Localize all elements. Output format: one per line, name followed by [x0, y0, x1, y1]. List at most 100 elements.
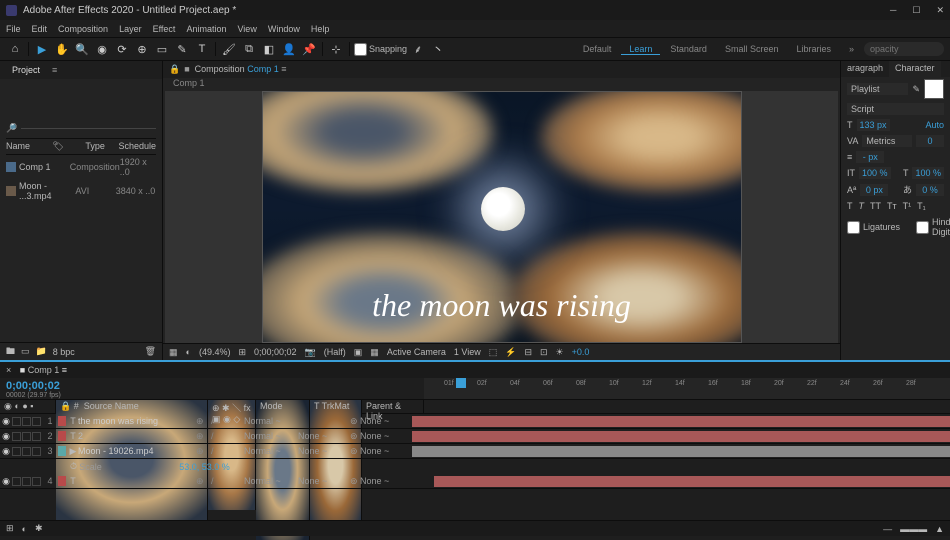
- blend-mode[interactable]: Normal ~: [244, 431, 298, 441]
- fill-swatch[interactable]: [924, 79, 944, 99]
- selection-tool[interactable]: ▶: [33, 40, 51, 58]
- layer-switches[interactable]: ⊕ /: [196, 431, 244, 442]
- layer-bar[interactable]: [412, 446, 950, 457]
- allcaps-button[interactable]: TT: [870, 201, 881, 211]
- blend-mode[interactable]: Normal ~: [244, 476, 298, 486]
- vscale[interactable]: 100 %: [859, 167, 891, 179]
- leading-value[interactable]: Auto: [925, 120, 944, 130]
- mask-icon[interactable]: ◐: [186, 347, 191, 357]
- timecode[interactable]: 0;00;00;02: [6, 380, 418, 392]
- tracking-value[interactable]: 0: [916, 135, 944, 147]
- visibility-toggle[interactable]: ◉: [0, 416, 12, 427]
- stroke-width[interactable]: - px: [856, 151, 884, 163]
- subscript-button[interactable]: T₁: [917, 201, 926, 211]
- view-dropdown[interactable]: 1 View: [454, 347, 481, 357]
- timeline-tab[interactable]: ■ Comp 1 ≡: [14, 363, 73, 377]
- stopwatch-icon[interactable]: ⏱: [70, 461, 77, 472]
- character-tab[interactable]: Character: [889, 61, 941, 77]
- menu-view[interactable]: View: [237, 24, 256, 34]
- col-type[interactable]: Type: [85, 141, 118, 152]
- eyedropper-icon[interactable]: ✎: [912, 84, 920, 95]
- time-ruler[interactable]: 01f02f04f06f08f10f12f14f16f18f20f22f24f2…: [424, 378, 950, 399]
- menu-edit[interactable]: Edit: [32, 24, 48, 34]
- zoom-in-icon[interactable]: ▲: [935, 524, 944, 534]
- home-button[interactable]: ⌂: [6, 40, 24, 58]
- project-tab[interactable]: Project: [6, 63, 46, 77]
- pen-tool[interactable]: ✎: [173, 40, 191, 58]
- menu-layer[interactable]: Layer: [119, 24, 142, 34]
- eraser-tool[interactable]: ◧: [260, 40, 278, 58]
- eye-col-icon[interactable]: ◉: [4, 401, 12, 411]
- interpret-icon[interactable]: 🖿: [6, 344, 15, 360]
- exposure-icon[interactable]: ☀: [556, 347, 564, 358]
- col-schedule[interactable]: Schedule: [118, 141, 156, 152]
- menu-composition[interactable]: Composition: [58, 24, 108, 34]
- menu-help[interactable]: Help: [311, 24, 330, 34]
- visibility-toggle[interactable]: ◉: [0, 431, 12, 442]
- parent-link[interactable]: ⊚ None ~: [350, 446, 412, 457]
- axis-button[interactable]: ⊹: [327, 40, 345, 58]
- layer-name[interactable]: 2: [78, 431, 196, 441]
- workspace-default[interactable]: Default: [575, 44, 620, 54]
- layer-name[interactable]: the moon was rising: [78, 416, 196, 426]
- track-matte[interactable]: None ~: [298, 446, 350, 456]
- label-color[interactable]: [58, 446, 66, 456]
- layer-row[interactable]: ◉ 2 T 2 ⊕ / Normal ~ None ~ ⊚ None ~: [0, 429, 950, 444]
- hindi-digits-checkbox[interactable]: Hindi Digits: [916, 217, 950, 237]
- zoom-out-icon[interactable]: —: [883, 524, 892, 534]
- render-queue-icon[interactable]: ×: [6, 365, 11, 375]
- roi-icon[interactable]: ▣: [354, 347, 363, 358]
- project-search[interactable]: [21, 128, 156, 129]
- bpc-button[interactable]: 8 bpc: [53, 347, 75, 357]
- zoom-dropdown[interactable]: (49.4%): [199, 347, 231, 357]
- resolution-dropdown[interactable]: (Half): [324, 347, 346, 357]
- orbit-tool[interactable]: ◉: [93, 40, 111, 58]
- hand-tool[interactable]: ✋: [53, 40, 71, 58]
- layer-row[interactable]: ◉ 4 T ⊕ / Normal ~ None ~ ⊚ None ~: [0, 474, 950, 489]
- anchor-tool[interactable]: ⊕: [133, 40, 151, 58]
- font-size[interactable]: 133 px: [857, 119, 890, 131]
- viewer-canvas[interactable]: the moon was rising: [165, 91, 838, 343]
- parent-link[interactable]: ⊚ None ~: [350, 416, 412, 427]
- search-help[interactable]: [864, 42, 944, 56]
- visibility-toggle[interactable]: ◉: [0, 446, 12, 457]
- fast-preview-icon[interactable]: ⚡: [505, 347, 516, 358]
- menu-effect[interactable]: Effect: [153, 24, 176, 34]
- camera-dropdown[interactable]: Active Camera: [387, 347, 446, 357]
- zoom-slider[interactable]: ▬▬▬: [900, 524, 927, 534]
- shape-tool[interactable]: ▭: [153, 40, 171, 58]
- roto-tool[interactable]: 👤: [280, 40, 298, 58]
- track-matte[interactable]: None ~: [298, 431, 350, 441]
- flowchart-icon[interactable]: ⊡: [540, 347, 548, 358]
- property-row[interactable]: ⏱ Scale53.0, 53.0 %: [0, 459, 950, 474]
- maximize-button[interactable]: ☐: [912, 5, 920, 16]
- breadcrumb[interactable]: Comp 1: [163, 78, 840, 91]
- menu-file[interactable]: File: [6, 24, 21, 34]
- col-parent[interactable]: Parent & Link: [362, 400, 424, 413]
- clone-tool[interactable]: ⧉: [240, 40, 258, 58]
- layer-switches[interactable]: ⊕ /: [196, 446, 244, 457]
- smallcaps-button[interactable]: Tᴛ: [887, 201, 897, 211]
- current-time-indicator[interactable]: [456, 378, 466, 388]
- menu-animation[interactable]: Animation: [186, 24, 226, 34]
- layer-row[interactable]: ◉ 1 T the moon was rising ⊕ / Normal ~ ⊚…: [0, 414, 950, 429]
- parent-link[interactable]: ⊚ None ~: [350, 476, 412, 487]
- blend-mode[interactable]: Normal ~: [244, 446, 298, 456]
- project-item[interactable]: Moon - ...3.mp4 AVI 3840 x ..0: [6, 179, 156, 203]
- label-color[interactable]: [58, 431, 66, 441]
- trash-icon[interactable]: 🗑: [145, 346, 156, 357]
- puppet-tool[interactable]: 📌: [300, 40, 318, 58]
- frame-blend-icon[interactable]: ◐: [22, 524, 27, 534]
- label-color[interactable]: [58, 416, 66, 426]
- blend-mode[interactable]: Normal ~: [244, 416, 298, 426]
- project-item[interactable]: Comp 1 Composition 1920 x ..0: [6, 155, 156, 179]
- workspace-libraries[interactable]: Libraries: [788, 44, 839, 54]
- italic-button[interactable]: T: [859, 201, 865, 211]
- snapshot-icon[interactable]: 📷: [305, 347, 316, 358]
- workspace-standard[interactable]: Standard: [662, 44, 715, 54]
- workspace-small[interactable]: Small Screen: [717, 44, 787, 54]
- layer-name[interactable]: Moon - 19026.mp4: [78, 446, 196, 456]
- alpha-icon[interactable]: ▦: [169, 347, 178, 358]
- font-family[interactable]: Playlist: [847, 83, 908, 95]
- layer-bar[interactable]: [434, 476, 950, 487]
